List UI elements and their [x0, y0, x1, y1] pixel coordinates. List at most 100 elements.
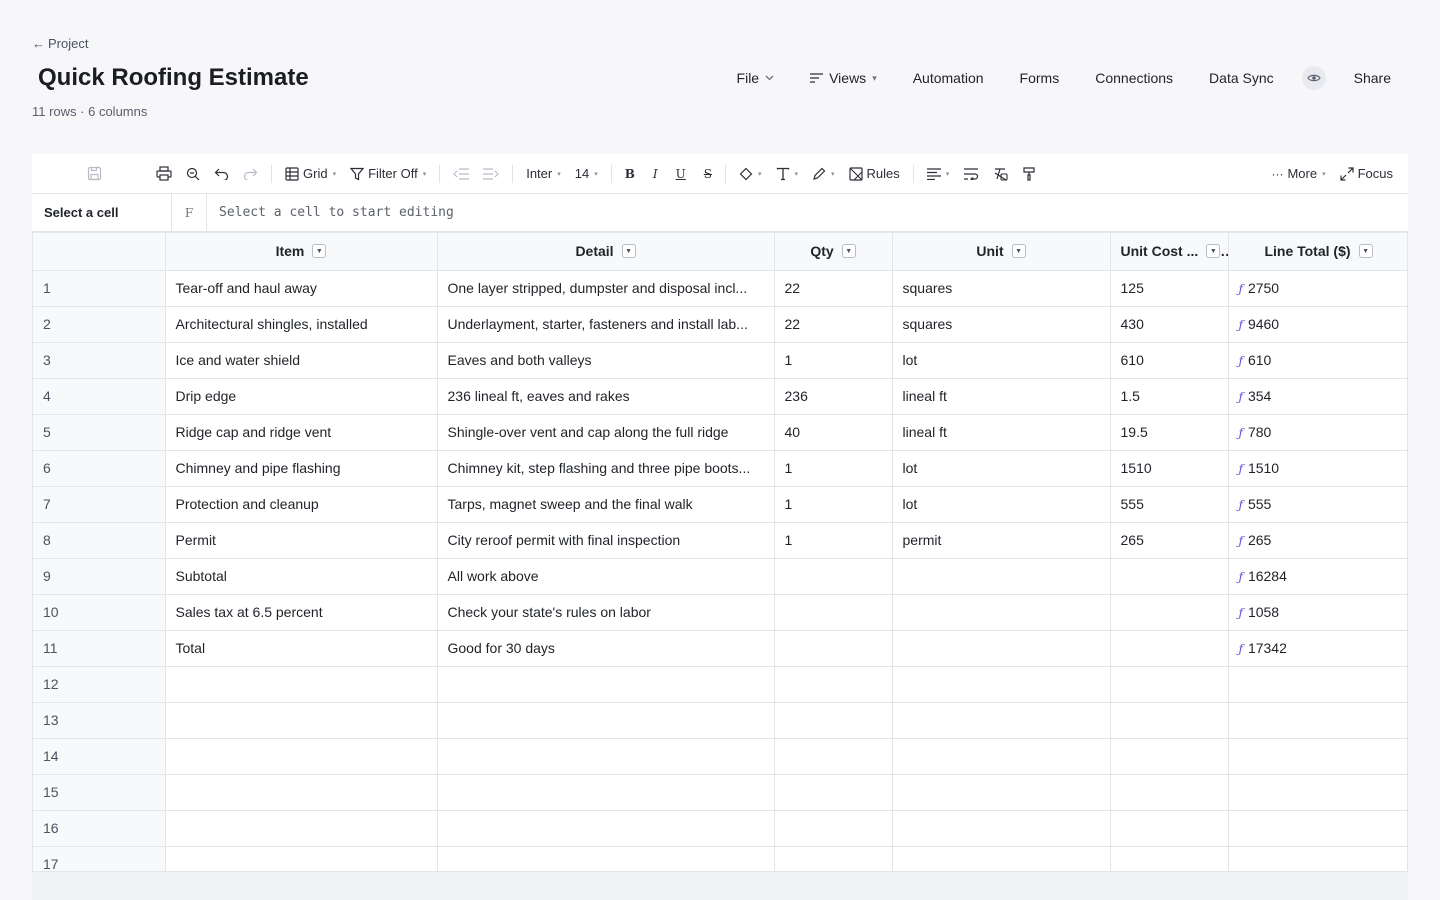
cell-total[interactable]: ƒ 265: [1228, 522, 1407, 559]
cell-cost[interactable]: [1110, 702, 1229, 739]
column-header-qty[interactable]: Qty ▼: [774, 233, 893, 271]
row-number[interactable]: 6: [33, 450, 166, 487]
row-number[interactable]: 14: [33, 738, 166, 775]
fill-color-button[interactable]: ▾: [732, 160, 769, 188]
cell-reference[interactable]: Select a cell: [32, 194, 172, 231]
data-sync-link[interactable]: Data Sync: [1209, 70, 1274, 86]
cell-cost[interactable]: 19.5: [1110, 414, 1229, 451]
row-number[interactable]: 11: [33, 630, 166, 667]
cell-total[interactable]: ƒ 2750: [1228, 270, 1407, 307]
cell-unit[interactable]: [892, 558, 1111, 595]
cell-item[interactable]: Drip edge: [165, 378, 438, 415]
cell-unit[interactable]: [892, 666, 1111, 703]
cell-total[interactable]: ƒ 1058: [1228, 594, 1407, 631]
cell-total[interactable]: ƒ 610: [1228, 342, 1407, 379]
cell-cost[interactable]: 610: [1110, 342, 1229, 379]
cell-item[interactable]: Subtotal: [165, 558, 438, 595]
wrap-text-button[interactable]: [956, 160, 986, 188]
cell-detail[interactable]: City reroof permit with final inspection: [437, 522, 775, 559]
cell-unit[interactable]: [892, 810, 1111, 847]
cell-item[interactable]: Sales tax at 6.5 percent: [165, 594, 438, 631]
cell-cost[interactable]: 1.5: [1110, 378, 1229, 415]
row-number[interactable]: 1: [33, 270, 166, 307]
bold-button[interactable]: B: [618, 160, 642, 188]
column-dropdown-icon[interactable]: ▼: [1206, 244, 1221, 259]
undo-button[interactable]: [207, 160, 236, 188]
font-family-select[interactable]: Inter ▾: [519, 160, 568, 188]
cell-detail[interactable]: Tarps, magnet sweep and the final walk: [437, 486, 775, 523]
cell-total[interactable]: [1228, 738, 1407, 775]
cell-item[interactable]: Architectural shingles, installed: [165, 306, 438, 343]
forms-link[interactable]: Forms: [1020, 70, 1060, 86]
cell-unit[interactable]: [892, 846, 1111, 871]
cell-total[interactable]: [1228, 666, 1407, 703]
cell-item[interactable]: Ridge cap and ridge vent: [165, 414, 438, 451]
cell-detail[interactable]: [437, 702, 775, 739]
row-number[interactable]: 10: [33, 594, 166, 631]
cell-unit[interactable]: [892, 630, 1111, 667]
cell-item[interactable]: [165, 666, 438, 703]
clear-format-button[interactable]: [986, 160, 1015, 188]
redo-button[interactable]: [236, 160, 265, 188]
row-number[interactable]: 9: [33, 558, 166, 595]
indent-button[interactable]: [476, 160, 506, 188]
print-button[interactable]: [149, 160, 179, 188]
save-button[interactable]: [80, 160, 109, 188]
cell-total[interactable]: ƒ 17342: [1228, 630, 1407, 667]
cell-unit[interactable]: [892, 774, 1111, 811]
cell-cost[interactable]: [1110, 666, 1229, 703]
cell-unit[interactable]: permit: [892, 522, 1111, 559]
views-menu[interactable]: Views ▾: [810, 70, 877, 86]
row-number[interactable]: 13: [33, 702, 166, 739]
cell-qty[interactable]: [774, 774, 893, 811]
cell-detail[interactable]: [437, 738, 775, 775]
cell-cost[interactable]: 555: [1110, 486, 1229, 523]
cell-detail[interactable]: All work above: [437, 558, 775, 595]
column-header-unit-cost[interactable]: Unit Cost ... ▼: [1110, 233, 1229, 271]
cell-item[interactable]: [165, 810, 438, 847]
cell-qty[interactable]: 22: [774, 306, 893, 343]
column-dropdown-icon[interactable]: ▼: [841, 244, 856, 259]
column-header-line-total[interactable]: Line Total ($) ▼: [1228, 233, 1407, 271]
row-number[interactable]: 4: [33, 378, 166, 415]
align-menu[interactable]: ▾: [920, 160, 957, 188]
cell-cost[interactable]: [1110, 774, 1229, 811]
preview-button[interactable]: [1301, 66, 1326, 90]
filter-menu[interactable]: Filter Off ▾: [343, 160, 433, 188]
cell-detail[interactable]: [437, 810, 775, 847]
cell-detail[interactable]: Good for 30 days: [437, 630, 775, 667]
cell-item[interactable]: Chimney and pipe flashing: [165, 450, 438, 487]
cell-item[interactable]: Tear-off and haul away: [165, 270, 438, 307]
cell-detail[interactable]: [437, 666, 775, 703]
outdent-button[interactable]: [446, 160, 476, 188]
cell-unit[interactable]: squares: [892, 306, 1111, 343]
back-to-project-link[interactable]: ← Project: [32, 36, 88, 51]
text-color-button[interactable]: ▾: [769, 160, 806, 188]
cell-cost[interactable]: 1510: [1110, 450, 1229, 487]
cell-qty[interactable]: 40: [774, 414, 893, 451]
cell-total[interactable]: ƒ 16284: [1228, 558, 1407, 595]
font-size-select[interactable]: 14 ▾: [568, 160, 605, 188]
column-dropdown-icon[interactable]: ▼: [312, 244, 327, 259]
cell-detail[interactable]: One layer stripped, dumpster and disposa…: [437, 270, 775, 307]
column-dropdown-icon[interactable]: ▼: [1358, 244, 1373, 259]
cell-cost[interactable]: 430: [1110, 306, 1229, 343]
cell-total[interactable]: [1228, 810, 1407, 847]
cell-qty[interactable]: 1: [774, 522, 893, 559]
cell-qty[interactable]: 1: [774, 486, 893, 523]
cell-detail[interactable]: Underlayment, starter, fasteners and ins…: [437, 306, 775, 343]
cell-unit[interactable]: [892, 702, 1111, 739]
cell-detail[interactable]: Shingle-over vent and cap along the full…: [437, 414, 775, 451]
cell-qty[interactable]: [774, 558, 893, 595]
column-dropdown-icon[interactable]: ▼: [1011, 244, 1026, 259]
row-number[interactable]: 16: [33, 810, 166, 847]
cell-detail[interactable]: Chimney kit, step flashing and three pip…: [437, 450, 775, 487]
cell-cost[interactable]: [1110, 846, 1229, 871]
file-menu[interactable]: File: [737, 70, 775, 86]
strikethrough-button[interactable]: S: [697, 160, 719, 188]
cell-item[interactable]: Protection and cleanup: [165, 486, 438, 523]
cell-qty[interactable]: [774, 738, 893, 775]
cell-cost[interactable]: [1110, 594, 1229, 631]
conditional-rules-button[interactable]: Rules: [842, 160, 907, 188]
cell-unit[interactable]: lot: [892, 342, 1111, 379]
